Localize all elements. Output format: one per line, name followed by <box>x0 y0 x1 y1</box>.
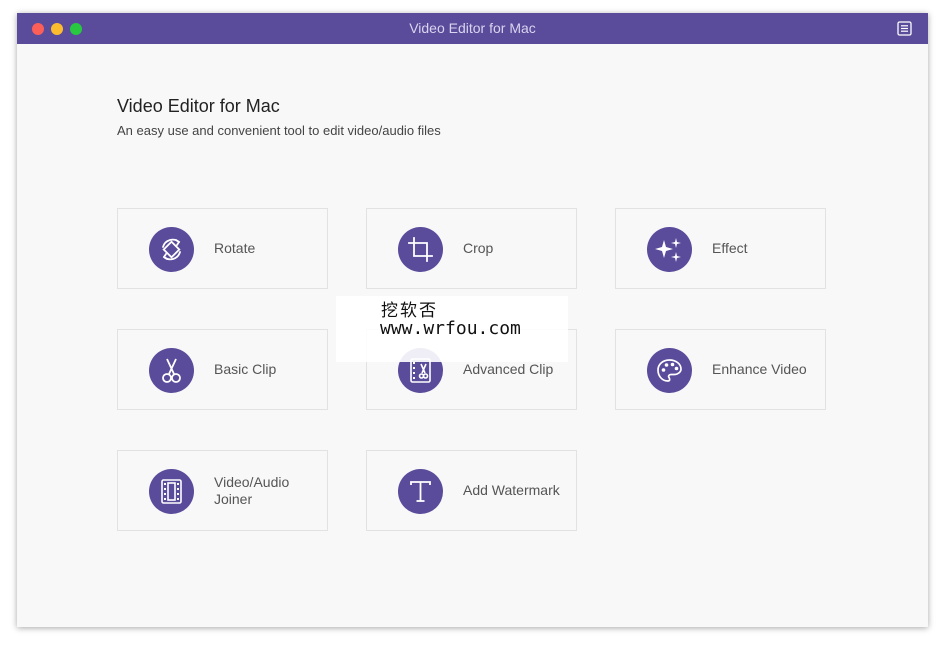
tool-label: Crop <box>463 240 494 256</box>
menu-list-icon[interactable] <box>897 21 912 36</box>
watermark-text-line2: www.wrfou.com <box>380 318 521 339</box>
film-strip-icon <box>149 469 194 514</box>
tool-label: Effect <box>712 240 748 256</box>
crop-icon <box>398 227 443 272</box>
page-title: Video Editor for Mac <box>117 96 280 116</box>
tool-card-basic-clip[interactable]: Basic Clip <box>117 329 328 410</box>
tool-card-enhance-video[interactable]: Enhance Video <box>615 329 826 410</box>
tool-card-effect[interactable]: Effect <box>615 208 826 289</box>
palette-icon <box>647 348 692 393</box>
window-title: Video Editor for Mac <box>409 20 536 36</box>
tool-card-crop[interactable]: Crop <box>366 208 577 289</box>
tool-label: Enhance Video <box>712 361 807 377</box>
overlay-watermark: 挖软否 www.wrfou.com <box>336 296 568 362</box>
tool-label: Rotate <box>214 240 256 256</box>
title-bar: Video Editor for Mac <box>17 13 928 44</box>
tool-card-video-audio-joiner[interactable]: Video/Audio Joiner <box>117 450 328 531</box>
rotate-icon <box>149 227 194 272</box>
sparkle-icon <box>647 227 692 272</box>
page-subtitle: An easy use and convenient tool to edit … <box>117 123 441 138</box>
scissors-icon <box>149 348 194 393</box>
tool-label: Basic Clip <box>214 361 277 377</box>
tool-label: Add Watermark <box>463 482 560 498</box>
tool-label: Video/Audio Joiner <box>214 473 290 507</box>
text-t-icon <box>398 469 443 514</box>
tool-card-rotate[interactable]: Rotate <box>117 208 328 289</box>
tool-card-add-watermark[interactable]: Add Watermark <box>366 450 577 531</box>
